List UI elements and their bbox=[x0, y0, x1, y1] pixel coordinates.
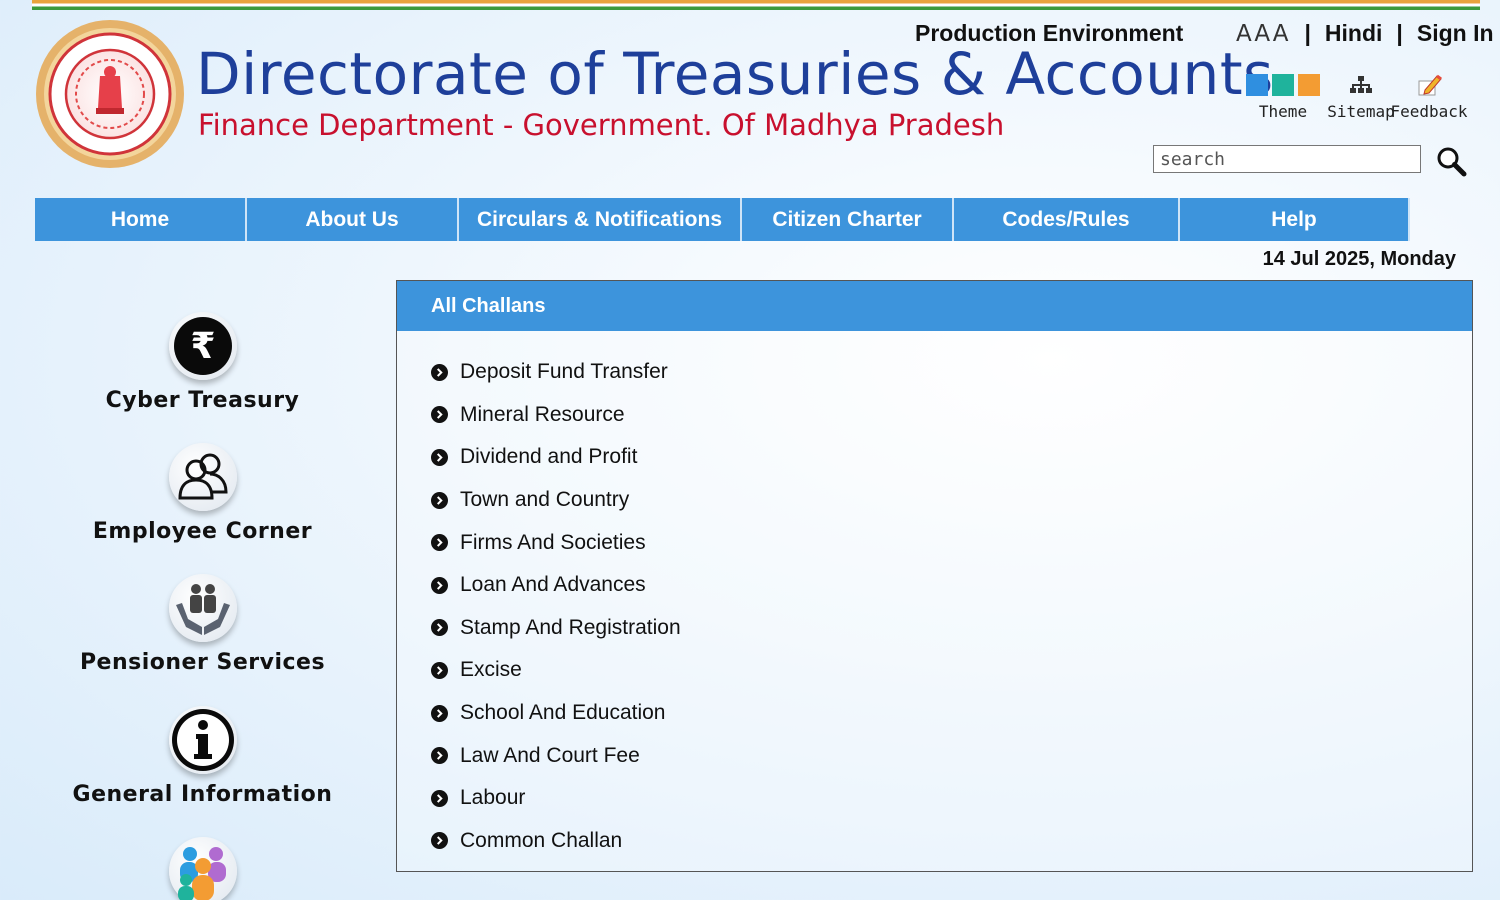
challan-label: Law And Court Fee bbox=[460, 743, 640, 767]
chevron-right-icon bbox=[431, 704, 448, 722]
search-button[interactable] bbox=[1434, 144, 1468, 178]
chevron-right-icon bbox=[431, 661, 448, 679]
nav-citizen-charter[interactable]: Citizen Charter bbox=[742, 198, 954, 241]
separator: | bbox=[1304, 20, 1311, 46]
sidebar-label: Pensioner Services bbox=[79, 650, 326, 675]
chevron-right-icon bbox=[431, 491, 448, 509]
current-date: 14 Jul 2025, Monday bbox=[1262, 248, 1456, 270]
sidebar-item-pensioner-services[interactable]: Pensioner Services bbox=[70, 574, 335, 675]
challan-link[interactable]: Town and Country bbox=[431, 479, 1472, 522]
chevron-right-icon bbox=[431, 406, 448, 424]
chevron-right-icon bbox=[431, 832, 448, 850]
hindi-link[interactable]: Hindi bbox=[1325, 20, 1383, 47]
search-input[interactable] bbox=[1153, 145, 1421, 173]
mp-government-logo[interactable] bbox=[34, 16, 186, 172]
pensioner-hands-icon bbox=[168, 574, 237, 642]
theme-tool[interactable]: Theme bbox=[1243, 72, 1323, 121]
employees-icon bbox=[168, 443, 237, 511]
environment-label: Production Environment bbox=[915, 20, 1184, 46]
nav-codes-rules[interactable]: Codes/Rules bbox=[954, 198, 1180, 241]
main-nav: Home About Us Circulars & Notifications … bbox=[35, 198, 1410, 241]
sidebar-item-general-information[interactable]: General Information bbox=[70, 706, 335, 807]
sidebar-label: General Information bbox=[72, 782, 333, 807]
challan-label: Firms And Societies bbox=[460, 530, 646, 554]
challan-label: Dividend and Profit bbox=[460, 445, 638, 469]
challan-link[interactable]: School And Education bbox=[431, 692, 1472, 735]
chevron-right-icon bbox=[431, 363, 448, 381]
feedback-pencil-icon bbox=[1389, 72, 1469, 98]
chevron-right-icon bbox=[431, 448, 448, 466]
separator: | bbox=[1396, 20, 1403, 46]
top-links: AAA | Hindi | Sign In bbox=[1236, 20, 1494, 47]
challan-label: Excise bbox=[460, 658, 522, 682]
sidebar-item-people-group[interactable] bbox=[70, 837, 335, 900]
challan-label: Labour bbox=[460, 786, 526, 810]
nav-about-us[interactable]: About Us bbox=[247, 198, 459, 241]
challan-link[interactable]: Mineral Resource bbox=[431, 394, 1472, 437]
sign-in-link[interactable]: Sign In bbox=[1417, 20, 1494, 47]
challan-link[interactable]: Labour bbox=[431, 777, 1472, 820]
svg-text:₹: ₹ bbox=[190, 326, 215, 367]
font-size-control[interactable]: AAA bbox=[1236, 21, 1290, 47]
challan-link[interactable]: Common Challan bbox=[431, 820, 1472, 863]
nav-help[interactable]: Help bbox=[1180, 198, 1410, 241]
challan-label: Common Challan bbox=[460, 828, 623, 852]
info-icon bbox=[168, 706, 237, 774]
sidebar-label: Employee Corner bbox=[92, 519, 313, 544]
nav-circulars-notifications[interactable]: Circulars & Notifications bbox=[459, 198, 742, 241]
tricolor-top-strip bbox=[32, 0, 1480, 10]
challan-label: Stamp And Registration bbox=[460, 615, 681, 639]
challan-link[interactable]: Stamp And Registration bbox=[431, 607, 1472, 650]
chevron-right-icon bbox=[431, 576, 448, 594]
theme-swatch-icon bbox=[1243, 72, 1323, 98]
site-subtitle: Finance Department - Government. Of Madh… bbox=[198, 108, 1005, 142]
nav-home[interactable]: Home bbox=[35, 198, 247, 241]
all-challans-panel: All Challans Deposit Fund Transfer Minera… bbox=[396, 280, 1473, 872]
challan-link[interactable]: Law And Court Fee bbox=[431, 734, 1472, 777]
sidebar-label: Cyber Treasury bbox=[105, 388, 300, 413]
chevron-right-icon bbox=[431, 789, 448, 807]
challan-label: Loan And Advances bbox=[460, 573, 646, 597]
challan-label: Mineral Resource bbox=[460, 402, 625, 426]
chevron-right-icon bbox=[431, 619, 448, 637]
search-icon bbox=[1437, 147, 1467, 177]
challan-link[interactable]: Dividend and Profit bbox=[431, 436, 1472, 479]
challan-link[interactable]: Firms And Societies bbox=[431, 521, 1472, 564]
challan-link[interactable]: Excise bbox=[431, 649, 1472, 692]
sidebar-item-cyber-treasury[interactable]: ₹ Cyber Treasury bbox=[70, 312, 335, 413]
sidebar-item-employee-corner[interactable]: Employee Corner bbox=[70, 443, 335, 544]
feedback-label: Feedback bbox=[1390, 102, 1468, 121]
people-group-icon bbox=[168, 837, 237, 900]
site-title: Directorate of Treasuries & Accounts bbox=[196, 40, 1274, 108]
challan-link[interactable]: Loan And Advances bbox=[431, 564, 1472, 607]
theme-label: Theme bbox=[1258, 102, 1308, 121]
challan-label: Deposit Fund Transfer bbox=[460, 360, 668, 384]
challan-link[interactable]: Deposit Fund Transfer bbox=[431, 351, 1472, 394]
challan-list: Deposit Fund Transfer Mineral Resource Div… bbox=[397, 331, 1472, 862]
header-tools: Theme Sitemap Feedback bbox=[1243, 72, 1468, 122]
feedback-tool[interactable]: Feedback bbox=[1389, 72, 1469, 121]
rupee-icon: ₹ bbox=[168, 312, 237, 380]
chevron-right-icon bbox=[431, 747, 448, 765]
challan-label: Town and Country bbox=[460, 488, 630, 512]
panel-title: All Challans bbox=[397, 281, 1472, 331]
chevron-right-icon bbox=[431, 534, 448, 552]
challan-label: School And Education bbox=[460, 701, 666, 725]
